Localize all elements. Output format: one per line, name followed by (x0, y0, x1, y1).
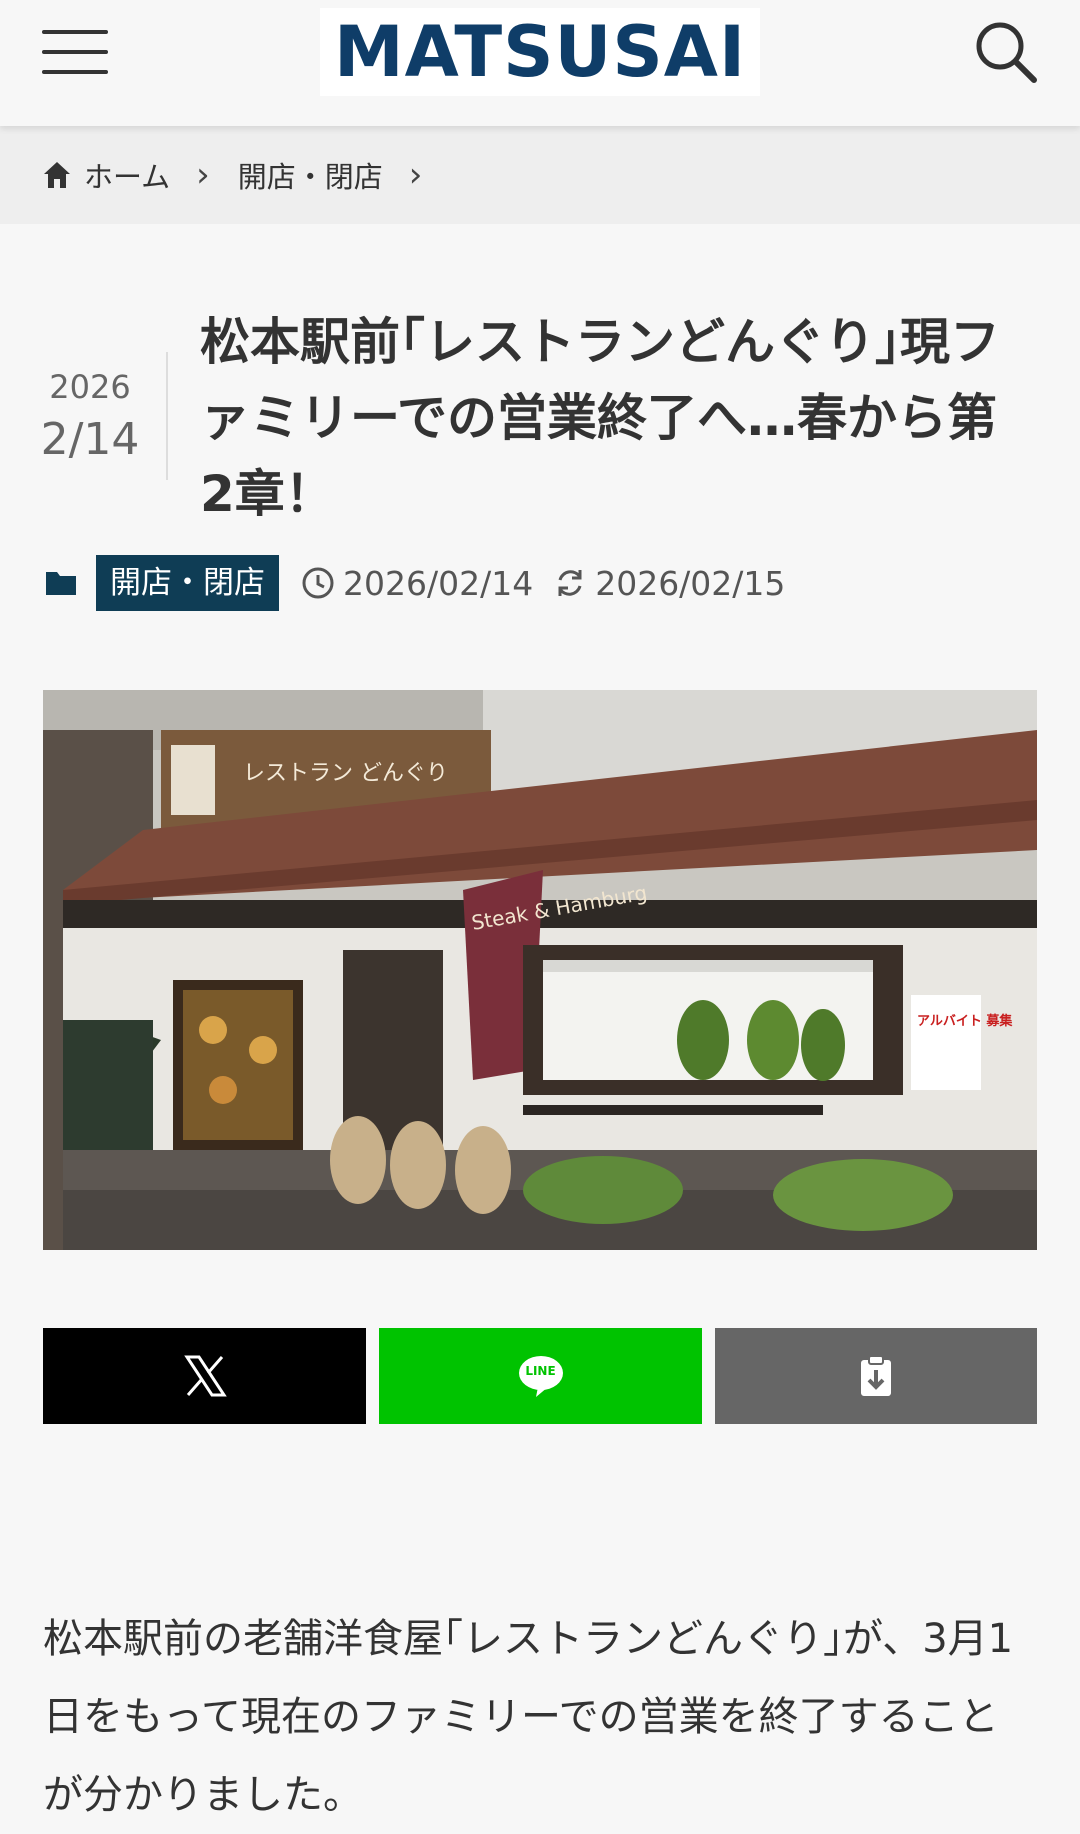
breadcrumb-home[interactable]: ホーム › (42, 154, 210, 196)
hero-notice-text: アルバイト 募集 (917, 1013, 1013, 1029)
line-logo-label: LINE (525, 1364, 556, 1378)
breadcrumb-home-label: ホーム (84, 160, 171, 194)
logo-text: MATSUSAI (333, 11, 747, 93)
post-date-month-day: 2/14 (40, 414, 140, 465)
breadcrumb: ホーム › 開店・閉店 › (0, 126, 1080, 224)
post-date: 2026 2/14 (30, 362, 150, 468)
refresh-icon (553, 566, 587, 600)
hamburger-menu-icon[interactable] (42, 30, 108, 74)
breadcrumb-category[interactable]: 開店・閉店 › (238, 154, 423, 196)
updated-date: 2026/02/15 (595, 563, 786, 603)
category-badge[interactable]: 開店・閉店 (96, 555, 279, 611)
chevron-right-icon: › (408, 155, 423, 195)
copy-link-button[interactable] (715, 1328, 1037, 1424)
clipboard-icon (858, 1354, 894, 1398)
x-logo-icon (183, 1354, 227, 1398)
clock-icon (301, 566, 335, 600)
hero-sign-text: レストラン どんぐり (243, 761, 448, 786)
folder-icon (44, 568, 78, 598)
article-meta: 開店・閉店 2026/02/14 2026/02/15 (44, 555, 785, 611)
breadcrumb-category-label: 開店・閉店 (237, 160, 383, 194)
site-header: MATSUSAI (0, 0, 1080, 126)
published-date: 2026/02/14 (343, 563, 534, 603)
share-x-button[interactable] (43, 1328, 366, 1424)
site-logo[interactable]: MATSUSAI (320, 8, 760, 96)
chevron-right-icon: › (196, 155, 210, 195)
date-divider (166, 352, 168, 480)
home-icon (42, 160, 72, 190)
search-icon[interactable] (972, 18, 1040, 86)
article-title: 松本駅前｢レストランどんぐり｣現ファミリーでの営業終了へ…春から第2章！ (200, 313, 1000, 523)
line-logo-icon: LINE (518, 1354, 564, 1398)
share-line-button[interactable]: LINE (379, 1328, 702, 1424)
post-date-year: 2026 (49, 368, 131, 406)
hero-image: レストラン どんぐり Steak & Hamburg アルバイト 募集 (43, 690, 1037, 1250)
article-body-paragraph: 松本駅前の老舗洋食屋｢レストランどんぐり｣が、3月1日をもって現在のファミリーで… (43, 1616, 1014, 1818)
